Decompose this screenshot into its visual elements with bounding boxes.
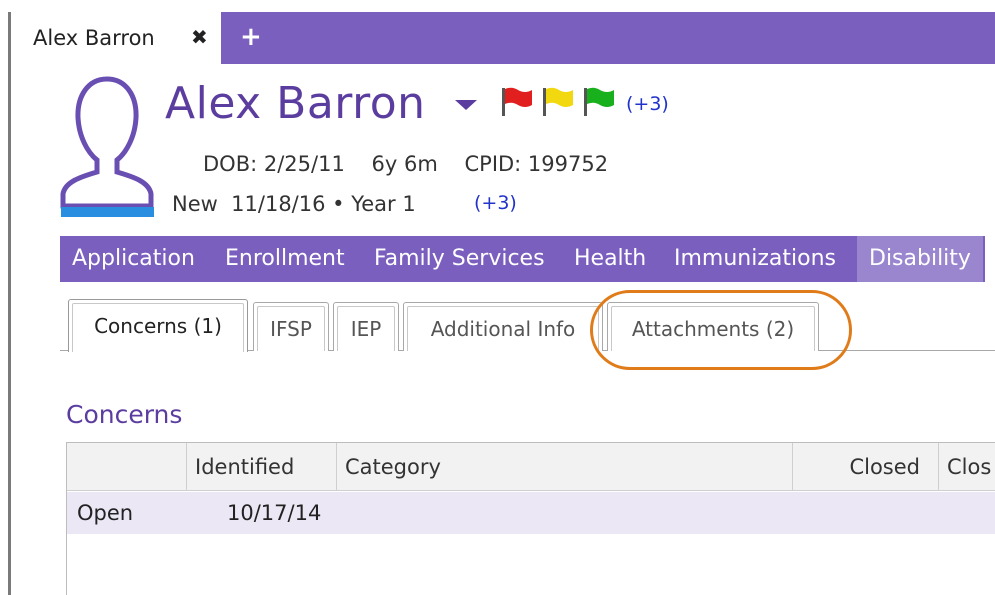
main-nav-bar: Application Enrollment Family Services H…: [60, 236, 995, 282]
tab-iep-label: IEP: [350, 317, 382, 341]
column-header-closed[interactable]: Closed: [793, 443, 939, 491]
column-header-closed-2[interactable]: Clos: [939, 443, 995, 491]
student-enrollment-status: New 11/18/16 • Year 1: [172, 192, 416, 216]
nav-item-application[interactable]: Application: [72, 236, 195, 282]
avatar-placeholder-icon: [60, 76, 154, 217]
nav-item-family-services[interactable]: Family Services: [374, 236, 545, 282]
close-tab-icon[interactable]: ✖: [191, 25, 208, 49]
tab-additional-info-label: Additional Info: [430, 317, 576, 341]
more-info-link[interactable]: (+3): [474, 192, 517, 214]
document-tab[interactable]: Alex Barron ✖: [11, 12, 221, 64]
table-row[interactable]: Open 10/17/14: [67, 492, 995, 534]
tab-ifsp-label: IFSP: [270, 317, 312, 341]
tab-concerns[interactable]: Concerns (1): [68, 299, 248, 352]
tab-attachments[interactable]: Attachments (2): [607, 302, 819, 351]
nav-item-immunizations[interactable]: Immunizations: [674, 236, 836, 282]
tab-iep[interactable]: IEP: [333, 302, 399, 351]
table-header: Identified Category Closed Clos: [67, 443, 995, 491]
tab-ifsp[interactable]: IFSP: [253, 302, 329, 351]
more-flags-link[interactable]: (+3): [626, 93, 669, 115]
nav-bar-divider: [985, 236, 995, 282]
name-dropdown-caret-icon[interactable]: [455, 100, 477, 110]
column-header-identified[interactable]: Identified: [187, 443, 337, 491]
concerns-table: Identified Category Closed Clos Open 10/…: [66, 442, 995, 595]
row-status: Open: [77, 501, 134, 525]
window-left-border: [8, 12, 11, 595]
column-header-category[interactable]: Category: [337, 443, 793, 491]
red-flag-icon[interactable]: [500, 86, 534, 118]
yellow-flag-icon[interactable]: [541, 86, 575, 118]
document-tab-label: Alex Barron: [33, 26, 155, 50]
document-tab-bar: Alex Barron ✖ +: [11, 12, 995, 64]
tab-additional-info[interactable]: Additional Info: [403, 302, 603, 351]
nav-item-health[interactable]: Health: [574, 236, 646, 282]
new-tab-plus-icon[interactable]: +: [240, 22, 262, 52]
nav-item-enrollment[interactable]: Enrollment: [225, 236, 345, 282]
green-flag-icon[interactable]: [582, 86, 616, 118]
nav-item-disability[interactable]: Disability: [857, 236, 983, 282]
tab-concerns-label: Concerns (1): [94, 314, 222, 338]
student-name: Alex Barron: [165, 78, 426, 129]
concerns-section-title: Concerns: [66, 400, 183, 429]
tab-attachments-label: Attachments (2): [631, 317, 795, 341]
column-header-status[interactable]: [67, 443, 187, 491]
student-dob-cpid: DOB: 2/25/11 6y 6m CPID: 199752: [203, 152, 609, 176]
row-identified: 10/17/14: [227, 501, 322, 525]
